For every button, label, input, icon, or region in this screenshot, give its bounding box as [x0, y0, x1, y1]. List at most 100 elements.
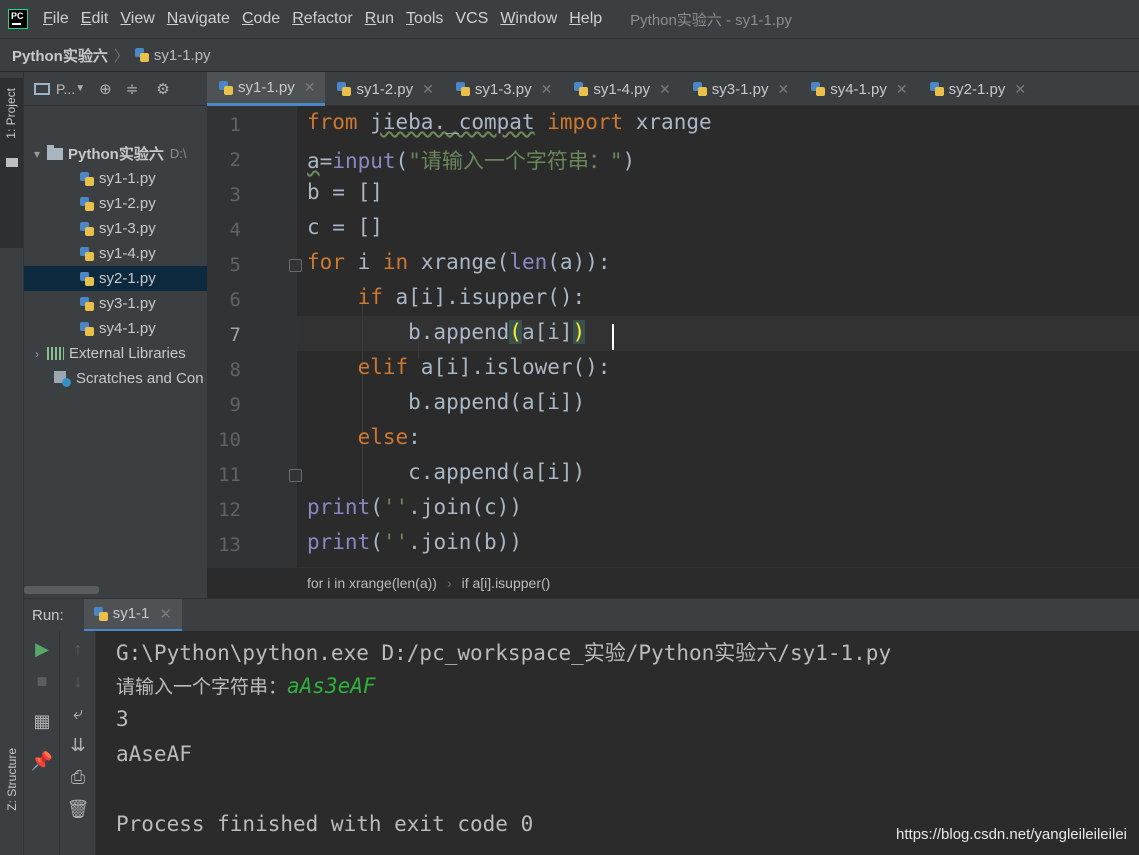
- left-tool-strip: 1: Project Z: Structure: [0, 72, 24, 855]
- tree-file-sy1-3[interactable]: sy1-3.py: [24, 216, 207, 241]
- run-toolbar-secondary: ↑ ↓ ⤶ ⇊ ⎙ 🗑: [60, 631, 96, 855]
- line-number: 8: [229, 359, 241, 381]
- code-line-2: a=input("请输入一个字符串："): [307, 149, 636, 173]
- tree-external-libraries[interactable]: › External Libraries: [24, 341, 207, 366]
- close-icon[interactable]: ✕: [1014, 81, 1026, 98]
- breadcrumb-item[interactable]: for i in xrange(len(a)): [307, 575, 437, 591]
- pycharm-logo-icon: PC: [8, 9, 28, 29]
- run-tab[interactable]: sy1-1 ✕: [83, 598, 182, 632]
- menu-edit[interactable]: Edit: [75, 10, 115, 28]
- menu-tools[interactable]: Tools: [400, 10, 449, 28]
- breadcrumb-item[interactable]: if a[i].isupper(): [462, 575, 551, 591]
- code-line-5: for i in xrange(len(a)):: [307, 250, 611, 274]
- dropdown-icon[interactable]: ▼: [75, 83, 85, 94]
- code-line-10: else:: [357, 425, 421, 449]
- gear-icon[interactable]: ⚙: [156, 80, 169, 98]
- close-icon[interactable]: ✕: [159, 605, 172, 623]
- nav-project[interactable]: Python实验六: [12, 45, 108, 66]
- close-icon[interactable]: ✕: [422, 81, 434, 98]
- menu-navigate[interactable]: Navigate: [161, 10, 236, 28]
- horizontal-scrollbar[interactable]: [24, 586, 99, 594]
- editor-tabs: sy1-1.py ✕ sy1-2.py ✕ sy1-3.py ✕ sy1-4.py ✕ …: [207, 72, 1139, 106]
- tree-file-sy2-1[interactable]: sy2-1.py: [24, 266, 207, 291]
- close-icon[interactable]: ✕: [896, 81, 908, 98]
- arrow-down-icon[interactable]: ↓: [60, 671, 96, 692]
- tree-file-sy1-4[interactable]: sy1-4.py: [24, 241, 207, 266]
- collapse-all-icon[interactable]: ≑: [126, 80, 139, 98]
- tree-file-sy1-2[interactable]: sy1-2.py: [24, 191, 207, 216]
- python-file-icon: [337, 82, 352, 96]
- menu-file[interactable]: File: [37, 10, 75, 28]
- line-number-gutter: 1 2 3 4 5 6 7 8 9 10 11 12 13: [207, 106, 302, 567]
- pin-icon[interactable]: 📌: [24, 751, 60, 772]
- navigation-bar: Python实验六 〉 sy1-1.py: [0, 38, 1139, 72]
- structure-tool-button[interactable]: Z: Structure: [5, 748, 19, 811]
- tree-file-sy1-1[interactable]: sy1-1.py: [24, 166, 207, 191]
- project-view-selector[interactable]: P...: [56, 81, 75, 97]
- nav-file[interactable]: sy1-1.py: [154, 47, 211, 64]
- menu-code[interactable]: Code: [236, 10, 286, 28]
- tab-sy1-1[interactable]: sy1-1.py ✕: [207, 72, 326, 106]
- scroll-to-end-icon[interactable]: ⇊: [60, 735, 96, 756]
- rerun-icon[interactable]: ▶: [24, 639, 60, 660]
- chevron-right-icon: ›: [446, 575, 452, 591]
- console-output: aAseAF: [116, 742, 192, 766]
- python-file-icon: [80, 296, 94, 311]
- fold-marker-icon[interactable]: [289, 469, 302, 482]
- tab-sy1-4[interactable]: sy1-4.py ✕: [562, 72, 680, 106]
- tab-sy1-3[interactable]: sy1-3.py ✕: [444, 72, 562, 106]
- close-icon[interactable]: ✕: [304, 79, 316, 96]
- print-icon[interactable]: ⎙: [60, 767, 96, 788]
- locate-icon[interactable]: ⊕: [99, 80, 112, 98]
- console-user-input: aAs3eAF: [287, 674, 376, 698]
- tree-file-sy4-1[interactable]: sy4-1.py: [24, 316, 207, 341]
- python-file-icon: [811, 82, 826, 96]
- text-caret: [612, 324, 614, 350]
- close-icon[interactable]: ✕: [541, 81, 553, 98]
- run-console[interactable]: G:\Python\python.exe D:/pc_workspace_实验/…: [96, 631, 1139, 855]
- line-number: 11: [218, 464, 241, 486]
- project-view-icon: [34, 82, 50, 95]
- nav-separator: 〉: [113, 47, 129, 65]
- menu-bar: PC File Edit View Navigate Code Refactor…: [0, 0, 1139, 38]
- arrow-up-icon[interactable]: ↑: [60, 639, 96, 660]
- tab-sy1-2[interactable]: sy1-2.py ✕: [325, 72, 443, 106]
- soft-wrap-icon[interactable]: ⤶: [60, 703, 96, 724]
- menu-vcs[interactable]: VCS: [449, 10, 494, 28]
- code-line-4: c = []: [307, 215, 383, 239]
- code-line-8: elif a[i].islower():: [357, 355, 611, 379]
- folder-icon: [6, 158, 18, 167]
- project-toolbar: P... ▼ ⊕ ≑ ⚙: [24, 72, 207, 106]
- python-file-icon: [80, 246, 94, 261]
- project-tool-button[interactable]: 1: Project: [0, 78, 23, 248]
- layout-icon[interactable]: ▦: [24, 711, 60, 732]
- line-number: 5: [229, 254, 241, 276]
- chevron-right-icon[interactable]: ›: [30, 347, 44, 361]
- trash-icon[interactable]: 🗑: [60, 799, 96, 820]
- close-icon[interactable]: ✕: [659, 81, 671, 98]
- menu-run[interactable]: Run: [359, 10, 400, 28]
- line-number: 9: [229, 394, 241, 416]
- chevron-down-icon[interactable]: ▾: [30, 147, 44, 161]
- libraries-icon: [47, 347, 64, 360]
- menu-window[interactable]: Window: [494, 10, 563, 28]
- tab-sy3-1[interactable]: sy3-1.py ✕: [681, 72, 799, 106]
- fold-marker-icon[interactable]: [289, 259, 302, 272]
- project-panel: P... ▼ ⊕ ≑ ⚙ ▾ Python实验六 D:\ sy1-1.py sy…: [24, 72, 207, 598]
- close-icon[interactable]: ✕: [777, 81, 789, 98]
- stop-icon[interactable]: ■: [24, 671, 60, 692]
- code-line-6: if a[i].isupper():: [357, 285, 586, 309]
- tree-file-sy3-1[interactable]: sy3-1.py: [24, 291, 207, 316]
- tree-root[interactable]: ▾ Python实验六 D:\: [24, 141, 207, 166]
- menu-refactor[interactable]: Refactor: [286, 10, 358, 28]
- code-editor[interactable]: 1 2 3 4 5 6 7 8 9 10 11 12 13 from jieba…: [207, 106, 1139, 567]
- line-number: 2: [229, 149, 241, 171]
- menu-help[interactable]: Help: [563, 10, 608, 28]
- editor-breadcrumbs: for i in xrange(len(a)) › if a[i].isuppe…: [207, 567, 1139, 598]
- run-panel-header: Run: sy1-1 ✕: [24, 598, 1139, 632]
- python-file-icon: [929, 82, 944, 96]
- tree-scratches[interactable]: Scratches and Con: [24, 366, 207, 391]
- tab-sy2-1[interactable]: sy2-1.py ✕: [918, 72, 1036, 106]
- menu-view[interactable]: View: [114, 10, 160, 28]
- tab-sy4-1[interactable]: sy4-1.py ✕: [799, 72, 917, 106]
